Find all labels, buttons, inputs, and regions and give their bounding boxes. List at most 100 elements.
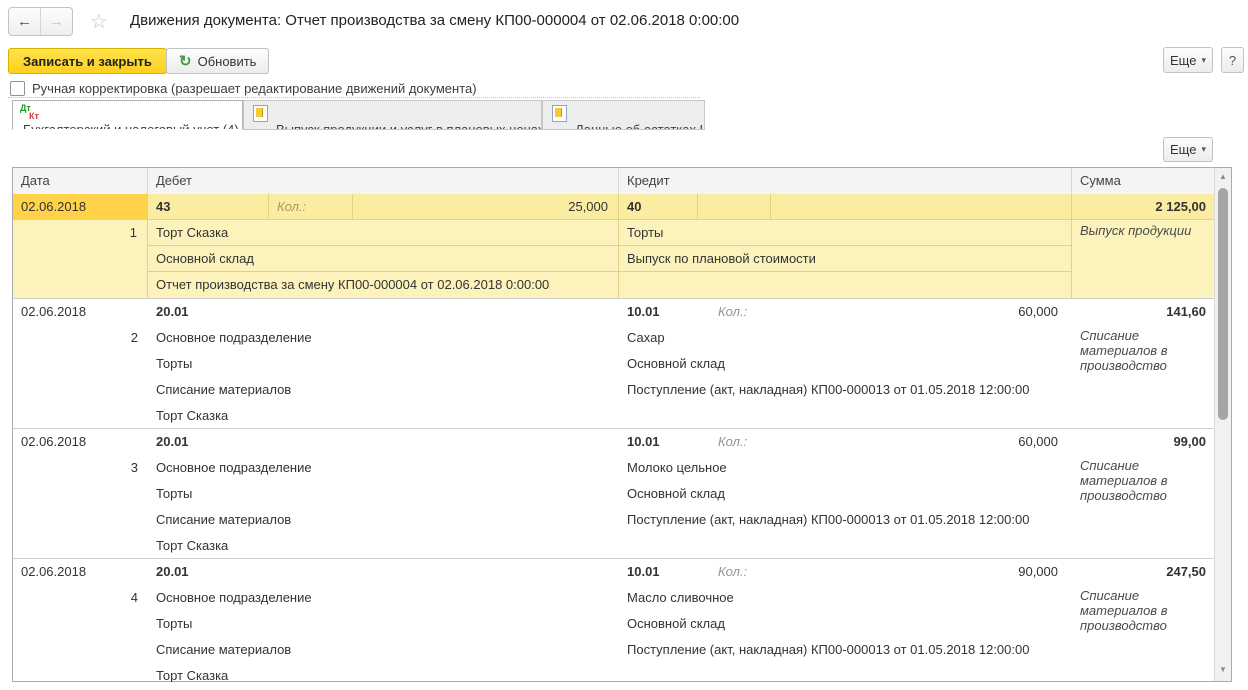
cell-debit-detail[interactable]: Списание материалов (148, 637, 619, 663)
chevron-down-icon: ▾ (1201, 144, 1206, 155)
manual-adjustment-label[interactable]: Ручная корректировка (разрешает редактир… (32, 81, 477, 96)
cell-debit-detail[interactable]: Торт Сказка (148, 220, 619, 246)
table-row[interactable]: 02.06.2018 20.01 10.01 Кол.: 90,000 247,… (13, 558, 1214, 682)
cell-debit-detail[interactable]: Основное подразделение (148, 585, 619, 611)
forward-button[interactable]: → (41, 8, 72, 35)
cell-credit-detail[interactable]: Выпуск по плановой стоимости (619, 246, 1072, 272)
cell-credit-qty[interactable]: 60,000 (771, 299, 1072, 325)
cell-debit-detail[interactable]: Торты (148, 611, 619, 637)
page-title: Движения документа: Отчет производства з… (130, 12, 739, 29)
cell-date[interactable]: 02.06.2018 (13, 429, 148, 455)
cell-credit-qty-label[interactable]: Кол.: (710, 559, 772, 585)
cell-row-number[interactable]: 4 (13, 585, 148, 611)
cell-debit-qty-label[interactable]: Кол.: (269, 194, 353, 220)
refresh-label: Обновить (198, 54, 257, 69)
cell-credit-detail[interactable]: Поступление (акт, накладная) КП00-000013… (619, 377, 1072, 403)
cell-credit-detail[interactable]: Основной склад (619, 481, 1072, 507)
forward-arrow-icon: → (49, 13, 64, 30)
cell-row-number[interactable]: 1 (13, 220, 148, 298)
tab-accounting-register[interactable]: ДтКт Бухгалтерский и налоговый учет (4) (12, 100, 243, 130)
cell-credit-qty-label[interactable] (698, 194, 771, 220)
cell-date[interactable]: 02.06.2018 (13, 299, 148, 325)
scrollbar-thumb[interactable] (1218, 188, 1228, 420)
cell-sum[interactable]: 141,60 (1072, 299, 1214, 325)
tab-label: Бухгалтерский и налоговый учет (4) (23, 122, 239, 130)
more-button-toolbar[interactable]: Еще ▾ (1163, 47, 1213, 73)
cell-row-number[interactable]: 3 (13, 455, 148, 481)
cell-operation-comment[interactable]: Списание материалов в производство (1080, 458, 1210, 503)
column-header-date: Дата (13, 168, 148, 194)
more-button-grid[interactable]: Еще ▾ (1163, 137, 1213, 162)
cell-debit-detail[interactable]: Торты (148, 481, 619, 507)
cell-credit-detail[interactable]: Масло сливочное (619, 585, 1072, 611)
cell-credit-detail[interactable]: Поступление (акт, накладная) КП00-000013… (619, 637, 1072, 663)
cell-debit-detail[interactable]: Списание материалов (148, 377, 619, 403)
cell-debit-detail[interactable]: Торт Сказка (148, 403, 619, 429)
cell-debit-detail[interactable]: Торт Сказка (148, 533, 619, 559)
tab-wip-register[interactable]: Данные об остатках НЗП (1) (542, 100, 705, 130)
tab-label: Выпуск продукции и услуг в плановых цена… (276, 122, 542, 130)
refresh-icon: ↻ (179, 52, 192, 70)
favorites-star-icon[interactable]: ☆ (90, 9, 108, 34)
save-and-close-button[interactable]: Записать и закрыть (8, 48, 167, 74)
table-row[interactable]: 02.06.2018 20.01 10.01 Кол.: 60,000 141,… (13, 298, 1214, 429)
cell-debit-account[interactable]: 20.01 (148, 559, 619, 585)
cell-credit-qty[interactable]: 90,000 (771, 559, 1072, 585)
cell-debit-detail[interactable]: Основное подразделение (148, 455, 619, 481)
column-header-sum: Сумма (1072, 168, 1216, 194)
cell-credit-detail[interactable]: Основной склад (619, 351, 1072, 377)
cell-date[interactable]: 02.06.2018 (13, 194, 148, 220)
vertical-scrollbar[interactable]: ▲ ▼ (1214, 168, 1231, 681)
cell-debit-account[interactable]: 43 (148, 194, 269, 220)
table-row[interactable]: 02.06.2018 20.01 10.01 Кол.: 60,000 99,0… (13, 428, 1214, 559)
cell-debit-detail[interactable]: Основное подразделение (148, 325, 619, 351)
cell-debit-detail[interactable]: Основной склад (148, 246, 619, 272)
register-icon (253, 105, 268, 122)
cell-operation-comment[interactable]: Списание материалов в производство (1080, 588, 1210, 633)
manual-adjustment-row: Ручная корректировка (разрешает редактир… (10, 81, 477, 96)
tab-planned-output-register[interactable]: Выпуск продукции и услуг в плановых цена… (243, 100, 542, 130)
scroll-up-icon[interactable]: ▲ (1215, 172, 1231, 181)
chevron-down-icon: ▾ (1201, 55, 1206, 66)
movements-table: Дата Дебет Кредит Сумма 02.06.2018 43 Ко… (12, 167, 1232, 682)
cell-sum[interactable]: 99,00 (1072, 429, 1214, 455)
cell-credit-account[interactable]: 10.01 (619, 559, 698, 585)
cell-debit-detail[interactable]: Списание материалов (148, 507, 619, 533)
cell-credit-account[interactable]: 10.01 (619, 429, 698, 455)
cell-credit-qty-label[interactable]: Кол.: (710, 429, 772, 455)
cell-credit-qty[interactable] (771, 194, 1072, 220)
tab-label: Данные об остатках НЗП (1) (575, 122, 705, 130)
cell-credit-detail[interactable]: Основной склад (619, 611, 1072, 637)
cell-date[interactable]: 02.06.2018 (13, 559, 148, 585)
cell-debit-detail[interactable]: Торт Сказка (148, 663, 619, 682)
register-tabs: ДтКт Бухгалтерский и налоговый учет (4) … (12, 100, 712, 130)
cell-debit-detail[interactable]: Торты (148, 351, 619, 377)
more-label: Еще (1170, 53, 1196, 68)
cell-debit-qty[interactable]: 25,000 (353, 194, 619, 220)
table-row[interactable]: 02.06.2018 43 Кол.: 25,000 40 2 125,00 1… (13, 194, 1214, 298)
scroll-down-icon[interactable]: ▼ (1215, 665, 1231, 674)
cell-credit-detail[interactable]: Поступление (акт, накладная) КП00-000013… (619, 507, 1072, 533)
cell-credit-qty-label[interactable]: Кол.: (710, 299, 772, 325)
refresh-button[interactable]: ↻ Обновить (166, 48, 269, 74)
cell-sum[interactable]: 2 125,00 (1072, 194, 1214, 220)
cell-credit-detail[interactable]: Торты (619, 220, 1072, 246)
cell-credit-account[interactable]: 40 (619, 194, 698, 220)
help-button[interactable]: ? (1221, 47, 1244, 73)
cell-credit-detail[interactable]: Молоко цельное (619, 455, 1072, 481)
cell-operation-comment[interactable]: Выпуск продукции (1080, 223, 1210, 238)
back-button[interactable]: ← (9, 8, 41, 35)
cell-sum[interactable]: 247,50 (1072, 559, 1214, 585)
column-header-credit: Кредит (619, 168, 1072, 194)
cell-credit-detail[interactable]: Сахар (619, 325, 1072, 351)
cell-credit-detail[interactable] (619, 272, 1072, 298)
cell-debit-detail[interactable]: Отчет производства за смену КП00-000004 … (148, 272, 619, 298)
cell-operation-comment[interactable]: Списание материалов в производство (1080, 328, 1210, 373)
cell-debit-account[interactable]: 20.01 (148, 299, 619, 325)
register-icon (552, 105, 567, 122)
cell-credit-account[interactable]: 10.01 (619, 299, 698, 325)
cell-row-number[interactable]: 2 (13, 325, 148, 351)
cell-credit-qty[interactable]: 60,000 (771, 429, 1072, 455)
cell-debit-account[interactable]: 20.01 (148, 429, 619, 455)
manual-adjustment-checkbox[interactable] (10, 81, 25, 96)
